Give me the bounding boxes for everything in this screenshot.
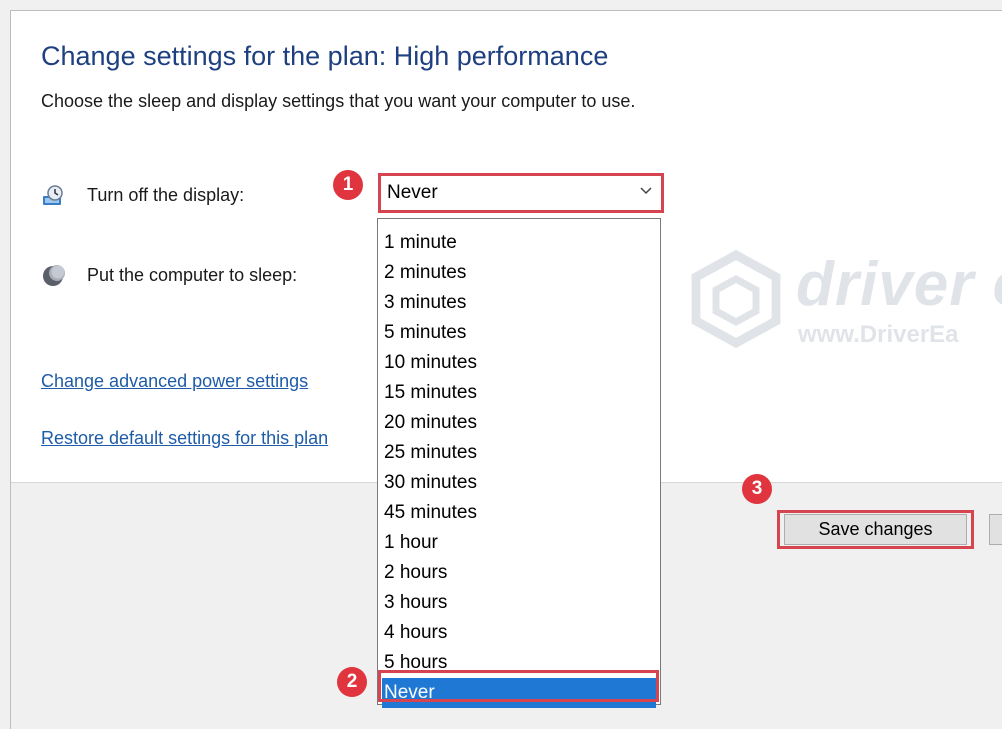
option-2-minutes[interactable]: 2 minutes bbox=[382, 258, 656, 288]
option-1-minute[interactable]: 1 minute bbox=[382, 228, 656, 258]
option-25-minutes[interactable]: 25 minutes bbox=[382, 438, 656, 468]
option-45-minutes[interactable]: 45 minutes bbox=[382, 498, 656, 528]
monitor-clock-icon bbox=[43, 185, 63, 205]
option-3-hours[interactable]: 3 hours bbox=[382, 588, 656, 618]
cancel-button[interactable] bbox=[989, 514, 1002, 545]
page-title: Change settings for the plan: High perfo… bbox=[41, 41, 609, 71]
option-20-minutes[interactable]: 20 minutes bbox=[382, 408, 656, 438]
option-10-minutes[interactable]: 10 minutes bbox=[382, 348, 656, 378]
option-5-minutes[interactable]: 5 minutes bbox=[382, 318, 656, 348]
display-setting-label: Turn off the display: bbox=[87, 185, 245, 205]
option-2-hours[interactable]: 2 hours bbox=[382, 558, 656, 588]
step-2-highlight bbox=[378, 670, 659, 702]
option-4-hours[interactable]: 4 hours bbox=[382, 618, 656, 648]
option-3-minutes[interactable]: 3 minutes bbox=[382, 288, 656, 318]
restore-defaults-link[interactable]: Restore default settings for this plan bbox=[41, 428, 373, 449]
step-1-highlight bbox=[378, 173, 664, 213]
sleep-moon-icon bbox=[43, 265, 65, 286]
save-changes-button[interactable]: Save changes bbox=[784, 514, 967, 545]
watermark-url: www.DriverEa bbox=[798, 321, 959, 348]
advanced-power-settings-link[interactable]: Change advanced power settings bbox=[41, 371, 373, 392]
page-subtitle: Choose the sleep and display settings th… bbox=[41, 91, 636, 111]
watermark-logo-icon bbox=[691, 249, 781, 349]
option-30-minutes[interactable]: 30 minutes bbox=[382, 468, 656, 498]
power-plan-window: Change settings for the plan: High perfo… bbox=[10, 10, 1002, 729]
step-2-badge: 2 bbox=[337, 667, 367, 697]
watermark-brand: driver e bbox=[796, 250, 1002, 319]
step-3-badge: 3 bbox=[742, 474, 772, 504]
option-15-minutes[interactable]: 15 minutes bbox=[382, 378, 656, 408]
watermark: driver e www.DriverEa bbox=[686, 247, 1002, 357]
step-1-badge: 1 bbox=[333, 170, 363, 200]
sleep-setting-label: Put the computer to sleep: bbox=[87, 265, 298, 285]
display-timeout-listbox: 1 minute 2 minutes 3 minutes 5 minutes 1… bbox=[377, 218, 661, 708]
option-1-hour[interactable]: 1 hour bbox=[382, 528, 656, 558]
